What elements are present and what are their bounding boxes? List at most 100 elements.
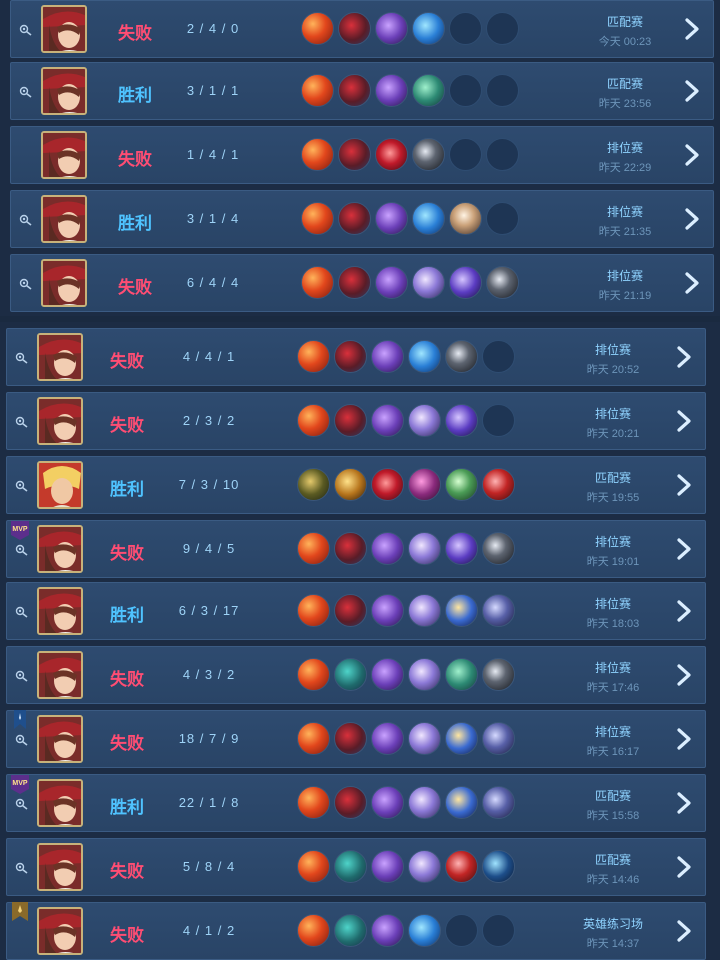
replay-watch-icon[interactable] xyxy=(15,351,29,364)
match-row[interactable]: MVP 失败 9 / 4 / 5 排位赛 昨天 19:01 xyxy=(6,520,706,578)
match-row[interactable]: 胜利 6 / 3 / 17 排位赛 昨天 18:03 xyxy=(6,582,706,640)
equipment-item-icon xyxy=(371,532,404,565)
equipment-item-icon xyxy=(338,202,371,235)
replay-watch-icon[interactable] xyxy=(19,213,33,226)
chevron-right-icon[interactable] xyxy=(675,664,693,686)
equipment-item-icon xyxy=(408,658,441,691)
chevron-right-icon[interactable] xyxy=(683,80,701,102)
equipment-items xyxy=(301,12,519,46)
chevron-right-icon[interactable] xyxy=(683,208,701,230)
equipment-item-icon xyxy=(408,722,441,755)
match-row[interactable]: MVP 胜利 22 / 1 / 8 匹配赛 昨天 15:58 xyxy=(6,774,706,832)
match-row[interactable]: 胜利 3 / 1 / 4 排位赛 昨天 21:35 xyxy=(10,190,714,248)
match-row[interactable]: 失败 6 / 4 / 4 排位赛 昨天 21:19 xyxy=(10,254,714,312)
match-mode: 排位赛 xyxy=(594,535,631,549)
replay-watch-icon[interactable] xyxy=(15,797,29,810)
match-mode: 匹配赛 xyxy=(606,15,643,29)
equipment-item-icon xyxy=(445,658,478,691)
kda-score: 9 / 4 / 5 xyxy=(182,541,236,556)
chevron-right-icon[interactable] xyxy=(675,474,693,496)
equipment-item-icon xyxy=(375,138,408,171)
replay-watch-icon[interactable] xyxy=(19,23,33,36)
chevron-right-icon[interactable] xyxy=(675,410,693,432)
equipment-items xyxy=(297,786,515,820)
chevron-right-icon[interactable] xyxy=(683,272,701,294)
hero-avatar xyxy=(41,259,87,307)
match-row[interactable]: 失败 1 / 4 / 1 排位赛 昨天 22:29 xyxy=(10,126,714,184)
equipment-item-icon xyxy=(297,786,330,819)
match-mode-info: 排位赛 昨天 19:01 xyxy=(563,533,663,569)
match-result: 胜利 xyxy=(110,480,144,499)
match-result: 胜利 xyxy=(118,86,152,105)
replay-watch-icon[interactable] xyxy=(15,543,29,556)
chevron-right-icon[interactable] xyxy=(675,346,693,368)
replay-watch-icon[interactable] xyxy=(19,277,33,290)
replay-watch-icon[interactable] xyxy=(15,415,29,428)
hero-avatar xyxy=(37,715,83,763)
equipment-item-icon xyxy=(297,658,330,691)
equipment-item-icon xyxy=(482,658,515,691)
match-row[interactable]: 胜利 7 / 3 / 10 匹配赛 昨天 19:55 xyxy=(6,456,706,514)
chevron-right-icon[interactable] xyxy=(675,792,693,814)
match-row[interactable]: 失败 18 / 7 / 9 排位赛 昨天 16:17 xyxy=(6,710,706,768)
replay-watch-icon[interactable] xyxy=(15,479,29,492)
hero-avatar xyxy=(37,779,83,827)
kda-score: 2 / 3 / 2 xyxy=(182,413,236,428)
match-row[interactable]: 失败 5 / 8 / 4 匹配赛 昨天 14:46 xyxy=(6,838,706,896)
match-row[interactable]: 失败 2 / 3 / 2 排位赛 昨天 20:21 xyxy=(6,392,706,450)
match-row[interactable]: 胜利 3 / 1 / 1 匹配赛 昨天 23:56 xyxy=(10,62,714,120)
equipment-item-icon xyxy=(482,850,515,883)
match-mode: 排位赛 xyxy=(594,407,631,421)
empty-item-slot xyxy=(449,138,482,171)
equipment-item-icon xyxy=(375,12,408,45)
hero-avatar xyxy=(37,843,83,891)
equipment-item-icon xyxy=(408,850,441,883)
equipment-item-icon xyxy=(338,12,371,45)
equipment-item-icon xyxy=(371,914,404,947)
match-result: 失败 xyxy=(110,352,144,371)
kda-score: 1 / 4 / 1 xyxy=(186,147,240,162)
match-mode-info: 匹配赛 今天 00:23 xyxy=(575,13,675,49)
chevron-right-icon[interactable] xyxy=(675,728,693,750)
chevron-right-icon[interactable] xyxy=(675,600,693,622)
match-mode: 匹配赛 xyxy=(594,789,631,803)
match-result: 失败 xyxy=(110,926,144,945)
equipment-items xyxy=(297,914,515,948)
chevron-right-icon[interactable] xyxy=(675,538,693,560)
replay-watch-icon[interactable] xyxy=(15,733,29,746)
match-row[interactable]: 失败 4 / 1 / 2 英雄练习场 昨天 14:37 xyxy=(6,902,706,960)
equipment-item-icon xyxy=(334,786,367,819)
equipment-item-icon xyxy=(375,74,408,107)
kda-score: 22 / 1 / 8 xyxy=(178,795,240,810)
empty-item-slot xyxy=(445,914,478,947)
match-mode: 排位赛 xyxy=(606,141,643,155)
match-result: 胜利 xyxy=(118,214,152,233)
match-result: 失败 xyxy=(118,278,152,297)
equipment-items xyxy=(301,202,519,236)
replay-watch-icon[interactable] xyxy=(15,861,29,874)
hero-avatar xyxy=(37,333,83,381)
chevron-right-icon[interactable] xyxy=(683,18,701,40)
chevron-right-icon[interactable] xyxy=(675,856,693,878)
kda-score: 7 / 3 / 10 xyxy=(178,477,240,492)
svg-text:MVP: MVP xyxy=(12,526,28,533)
match-mode: 排位赛 xyxy=(594,597,631,611)
chevron-right-icon[interactable] xyxy=(675,920,693,942)
replay-watch-icon[interactable] xyxy=(15,605,29,618)
equipment-item-icon xyxy=(449,202,482,235)
equipment-item-icon xyxy=(371,658,404,691)
bookmark-badge-icon xyxy=(9,709,31,731)
replay-watch-icon[interactable] xyxy=(15,669,29,682)
match-result: 失败 xyxy=(110,416,144,435)
equipment-item-icon xyxy=(445,786,478,819)
match-row[interactable]: 失败 4 / 4 / 1 排位赛 昨天 20:52 xyxy=(6,328,706,386)
chevron-right-icon[interactable] xyxy=(683,144,701,166)
match-mode: 排位赛 xyxy=(594,725,631,739)
equipment-item-icon xyxy=(412,74,445,107)
replay-watch-icon[interactable] xyxy=(19,85,33,98)
match-row[interactable]: 失败 2 / 4 / 0 匹配赛 今天 00:23 xyxy=(10,0,714,58)
match-mode-info: 排位赛 昨天 18:03 xyxy=(563,595,663,631)
hero-avatar xyxy=(41,5,87,53)
match-row[interactable]: 失败 4 / 3 / 2 排位赛 昨天 17:46 xyxy=(6,646,706,704)
equipment-item-icon xyxy=(338,138,371,171)
